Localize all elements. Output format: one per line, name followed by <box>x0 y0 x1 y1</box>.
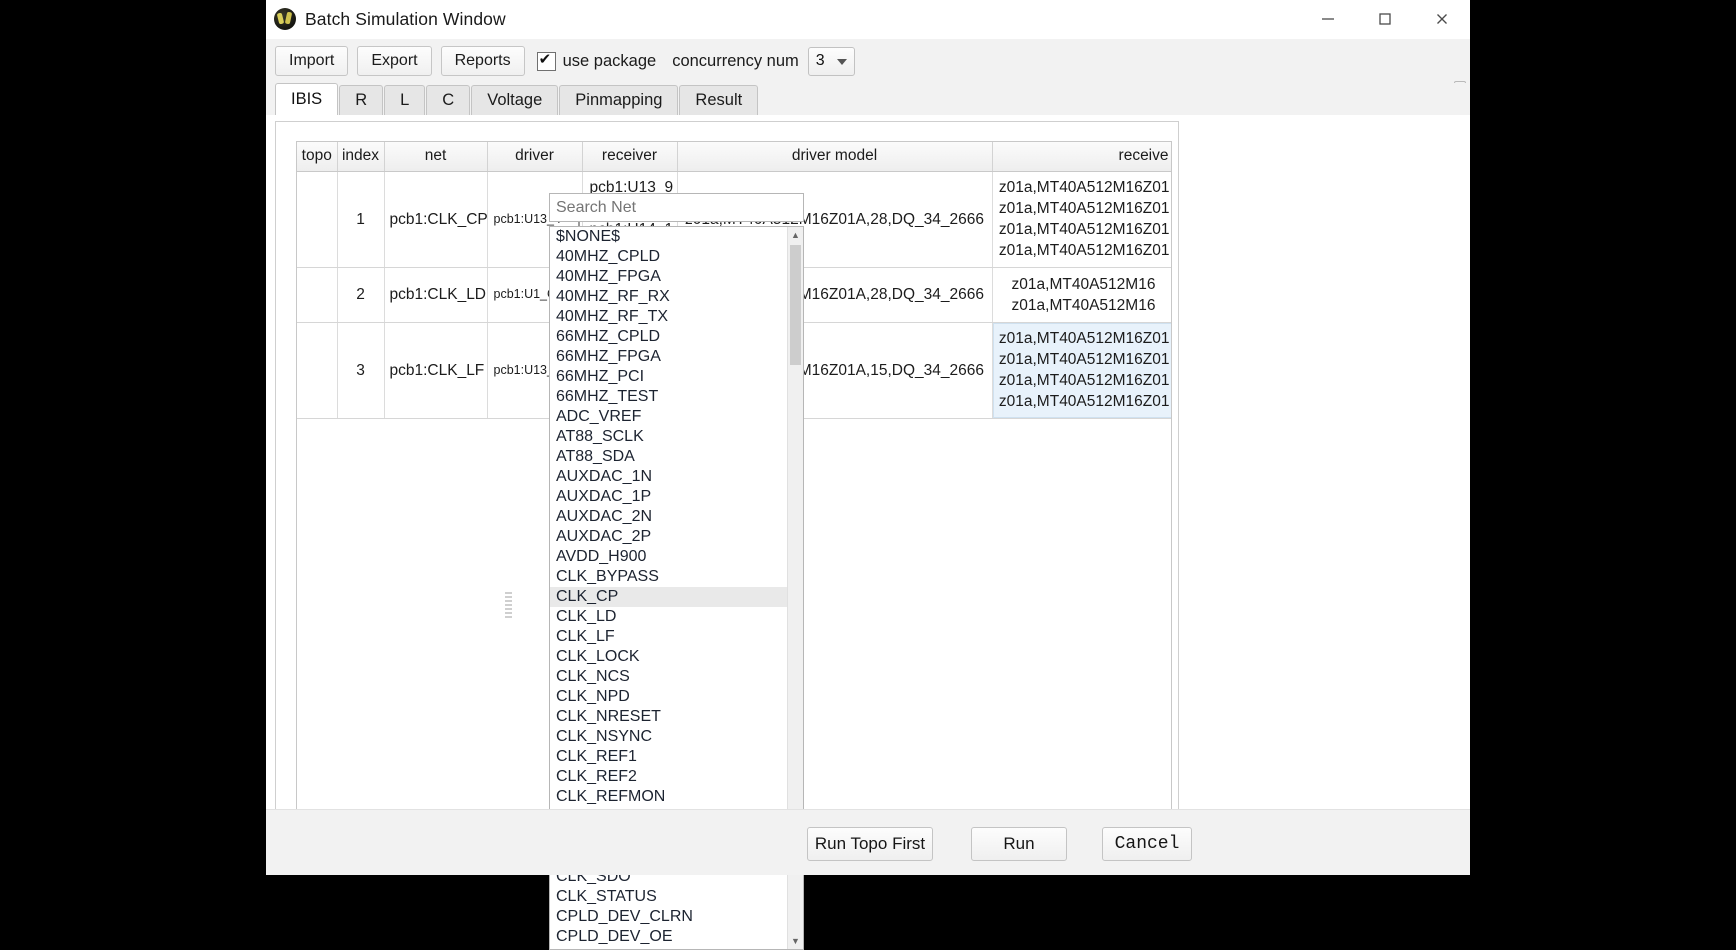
column-header-topo[interactable]: topo <box>297 142 338 172</box>
list-item[interactable]: 66MHZ_FPGA <box>550 347 787 367</box>
cell-net: pcb1:CLK_LF <box>384 322 488 419</box>
import-button[interactable]: Import <box>275 46 349 76</box>
run-topo-first-button[interactable]: Run Topo First <box>807 827 933 861</box>
list-item[interactable]: CLK_REF2 <box>550 767 787 787</box>
list-item[interactable]: 40MHZ_RF_TX <box>550 307 787 327</box>
toolbar: Import Export Reports use package concur… <box>266 39 1470 93</box>
cell-net: pcb1:CLK_LD <box>384 267 488 323</box>
tab-ibis[interactable]: IBIS <box>275 83 339 115</box>
cell-receiver-model: z01a,MT40A512M16Z01 z01a,MT40A512M16Z01 … <box>992 171 1171 268</box>
tab-result[interactable]: Result <box>679 85 759 115</box>
cell-receiver-model: z01a,MT40A512M16Z01 z01a,MT40A512M16Z01 … <box>992 322 1171 419</box>
column-header-receive[interactable]: receive <box>992 142 1171 172</box>
concurrency-value: 3 <box>815 52 825 69</box>
tab-r[interactable]: R <box>339 85 384 115</box>
list-item[interactable]: AT88_SDA <box>550 447 787 467</box>
list-item[interactable]: 66MHZ_CPLD <box>550 327 787 347</box>
list-item[interactable]: $NONE$ <box>550 227 787 247</box>
list-item[interactable]: CPLD_DEV_CLRN <box>550 907 787 927</box>
list-item[interactable]: AUXDAC_1P <box>550 487 787 507</box>
window-title: Batch Simulation Window <box>305 8 506 29</box>
column-header-driver[interactable]: driver <box>487 142 583 172</box>
cell-index: 1 <box>337 171 385 268</box>
content-area: topo index net driver receiver driver mo… <box>266 115 1470 950</box>
run-button[interactable]: Run <box>971 827 1067 861</box>
reports-button[interactable]: Reports <box>440 46 525 76</box>
column-header-driver-model[interactable]: driver model <box>677 142 993 172</box>
list-item[interactable]: AUXDAC_2N <box>550 507 787 527</box>
chevron-down-icon <box>836 58 847 65</box>
maximize-icon[interactable] <box>1356 0 1413 38</box>
batch-simulation-window: Batch Simulation Window Import Export Re… <box>266 0 1470 950</box>
footer-bar: Run Topo First Run Cancel <box>266 809 1470 875</box>
list-item[interactable]: CPLD_LED0 <box>550 947 787 949</box>
cell-index: 2 <box>337 267 385 323</box>
list-item[interactable]: 66MHZ_PCI <box>550 367 787 387</box>
list-item[interactable]: CLK_NSYNC <box>550 727 787 747</box>
list-item[interactable]: CLK_BYPASS <box>550 567 787 587</box>
vscroll-thumb[interactable] <box>790 245 801 365</box>
list-item[interactable]: CLK_LF <box>550 627 787 647</box>
export-button[interactable]: Export <box>357 46 432 76</box>
list-item[interactable]: CLK_REF1 <box>550 747 787 767</box>
concurrency-label: concurrency num <box>672 51 799 70</box>
tab-c[interactable]: C <box>426 85 471 115</box>
minimize-icon[interactable] <box>1299 0 1356 38</box>
use-package-checkbox[interactable]: use package <box>536 50 657 71</box>
app-icon <box>274 8 296 30</box>
splitter-grip[interactable] <box>505 592 512 618</box>
list-item[interactable]: CLK_LD <box>550 607 787 627</box>
window-controls <box>1299 0 1470 38</box>
list-item[interactable]: 66MHZ_TEST <box>550 387 787 407</box>
title-bar: Batch Simulation Window <box>266 0 1470 39</box>
list-item[interactable]: AUXDAC_1N <box>550 467 787 487</box>
cell-topo[interactable] <box>297 322 338 419</box>
list-item[interactable]: AT88_SCLK <box>550 427 787 447</box>
list-item[interactable]: CLK_NPD <box>550 687 787 707</box>
concurrency-select[interactable]: 3 <box>807 46 855 76</box>
list-item[interactable]: CLK_NRESET <box>550 707 787 727</box>
tab-l[interactable]: L <box>384 85 426 115</box>
column-header-index[interactable]: index <box>337 142 385 172</box>
list-item[interactable]: CLK_REFMON <box>550 787 787 807</box>
search-net-input[interactable] <box>549 193 804 222</box>
cancel-button[interactable]: Cancel <box>1102 827 1192 861</box>
close-icon[interactable] <box>1413 0 1470 38</box>
cell-net: pcb1:CLK_CP <box>384 171 488 268</box>
list-item-clk-cp[interactable]: CLK_CP <box>550 587 787 607</box>
scroll-up-icon[interactable]: ▲ <box>788 227 803 243</box>
list-item[interactable]: CLK_NCS <box>550 667 787 687</box>
list-item[interactable]: CPLD_DEV_OE <box>550 927 787 947</box>
column-header-net[interactable]: net <box>384 142 488 172</box>
cell-topo[interactable] <box>297 171 338 268</box>
checkmark-icon <box>536 50 556 71</box>
list-item[interactable]: CLK_STATUS <box>550 887 787 907</box>
list-item[interactable]: AUXDAC_2P <box>550 527 787 547</box>
list-item[interactable]: 40MHZ_FPGA <box>550 267 787 287</box>
scroll-down-icon[interactable]: ▼ <box>788 933 803 949</box>
list-item[interactable]: AVDD_H900 <box>550 547 787 567</box>
list-item[interactable]: 40MHZ_RF_RX <box>550 287 787 307</box>
cell-receiver-model: z01a,MT40A512M16 z01a,MT40A512M16 <box>992 267 1171 323</box>
tab-strip: IBIS R L C Voltage Pinmapping Result <box>266 83 1470 115</box>
use-package-label: use package <box>562 51 657 70</box>
tab-pinmapping[interactable]: Pinmapping <box>559 85 679 115</box>
list-item[interactable]: CLK_LOCK <box>550 647 787 667</box>
cell-index: 3 <box>337 322 385 419</box>
tab-voltage[interactable]: Voltage <box>471 85 559 115</box>
column-header-receiver[interactable]: receiver <box>582 142 678 172</box>
list-item[interactable]: 40MHZ_CPLD <box>550 247 787 267</box>
cell-topo[interactable] <box>297 267 338 323</box>
list-item[interactable]: ADC_VREF <box>550 407 787 427</box>
table-header-row: topo index net driver receiver driver mo… <box>297 142 1171 172</box>
